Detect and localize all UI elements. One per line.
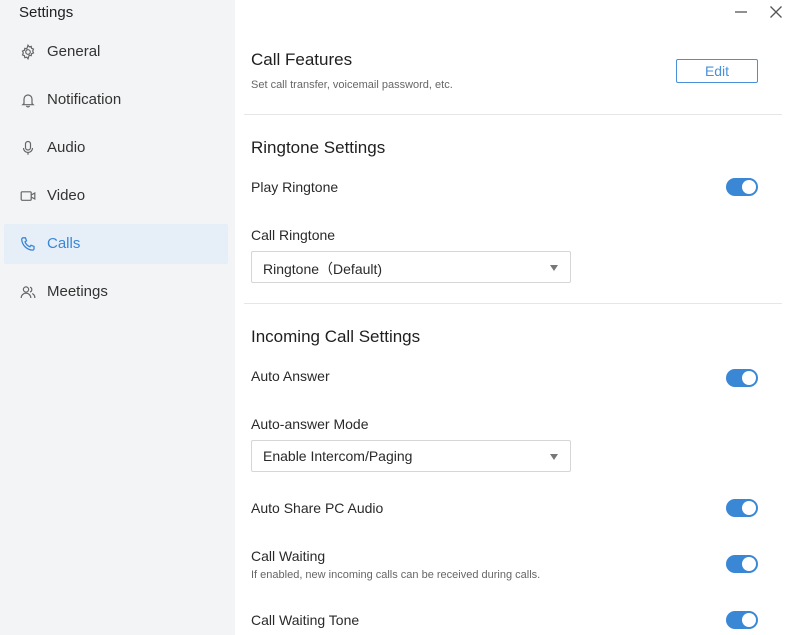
call-waiting-tone-toggle[interactable] xyxy=(726,611,758,629)
auto-share-pc-audio-label: Auto Share PC Audio xyxy=(251,500,384,516)
edit-button[interactable]: Edit xyxy=(676,59,758,83)
auto-answer-label: Auto Answer xyxy=(251,368,330,384)
people-icon xyxy=(20,284,36,300)
sidebar-item-video[interactable]: Video xyxy=(4,176,228,216)
gear-icon xyxy=(20,44,36,60)
close-icon xyxy=(770,6,782,18)
sidebar-item-general[interactable]: General xyxy=(4,32,228,72)
minimize-button[interactable] xyxy=(733,4,749,20)
toggle-knob xyxy=(742,501,756,515)
auto-answer-mode-label: Auto-answer Mode xyxy=(251,416,369,432)
close-button[interactable] xyxy=(768,4,784,20)
call-waiting-description: If enabled, new incoming calls can be re… xyxy=(251,569,541,581)
call-ringtone-select[interactable]: Ringtone（Default) xyxy=(251,251,571,283)
auto-answer-toggle[interactable] xyxy=(726,369,758,387)
auto-answer-mode-value: Enable Intercom/Paging xyxy=(263,448,413,464)
sidebar-item-calls[interactable]: Calls xyxy=(4,224,228,264)
sidebar-item-label: Calls xyxy=(47,235,81,252)
minimize-icon xyxy=(735,11,747,13)
video-camera-icon xyxy=(20,188,36,204)
sidebar: Settings General Notification Audio Vide… xyxy=(0,0,235,635)
bell-icon xyxy=(20,92,36,108)
call-waiting-label: Call Waiting xyxy=(251,548,326,564)
sidebar-item-notification[interactable]: Notification xyxy=(4,80,228,120)
auto-answer-mode-select[interactable]: Enable Intercom/Paging xyxy=(251,440,571,472)
call-features-title: Call Features xyxy=(251,50,353,69)
caret-down-icon xyxy=(550,454,558,460)
sidebar-item-label: Audio xyxy=(47,139,86,156)
caret-down-icon xyxy=(550,265,558,271)
toggle-knob xyxy=(742,180,756,194)
auto-share-pc-audio-toggle[interactable] xyxy=(726,499,758,517)
call-ringtone-value: Ringtone（Default) xyxy=(263,261,383,277)
sidebar-item-label: General xyxy=(47,43,101,60)
sidebar-item-label: Notification xyxy=(47,91,122,108)
ringtone-settings-title: Ringtone Settings xyxy=(251,138,386,157)
call-waiting-toggle[interactable] xyxy=(726,555,758,573)
divider xyxy=(244,114,782,115)
toggle-knob xyxy=(742,557,756,571)
call-features-description: Set call transfer, voicemail password, e… xyxy=(251,79,453,91)
call-waiting-tone-label: Call Waiting Tone xyxy=(251,612,360,628)
toggle-knob xyxy=(742,613,756,627)
toggle-knob xyxy=(742,371,756,385)
play-ringtone-toggle[interactable] xyxy=(726,178,758,196)
sidebar-item-audio[interactable]: Audio xyxy=(4,128,228,168)
sidebar-item-meetings[interactable]: Meetings xyxy=(4,272,228,312)
call-ringtone-label: Call Ringtone xyxy=(251,227,336,243)
sidebar-item-label: Meetings xyxy=(47,283,108,300)
divider xyxy=(244,303,782,304)
play-ringtone-label: Play Ringtone xyxy=(251,179,339,195)
microphone-icon xyxy=(20,140,36,156)
sidebar-item-label: Video xyxy=(47,187,86,204)
phone-icon xyxy=(20,236,36,252)
incoming-call-settings-title: Incoming Call Settings xyxy=(251,327,421,346)
app-title: Settings xyxy=(19,4,74,21)
